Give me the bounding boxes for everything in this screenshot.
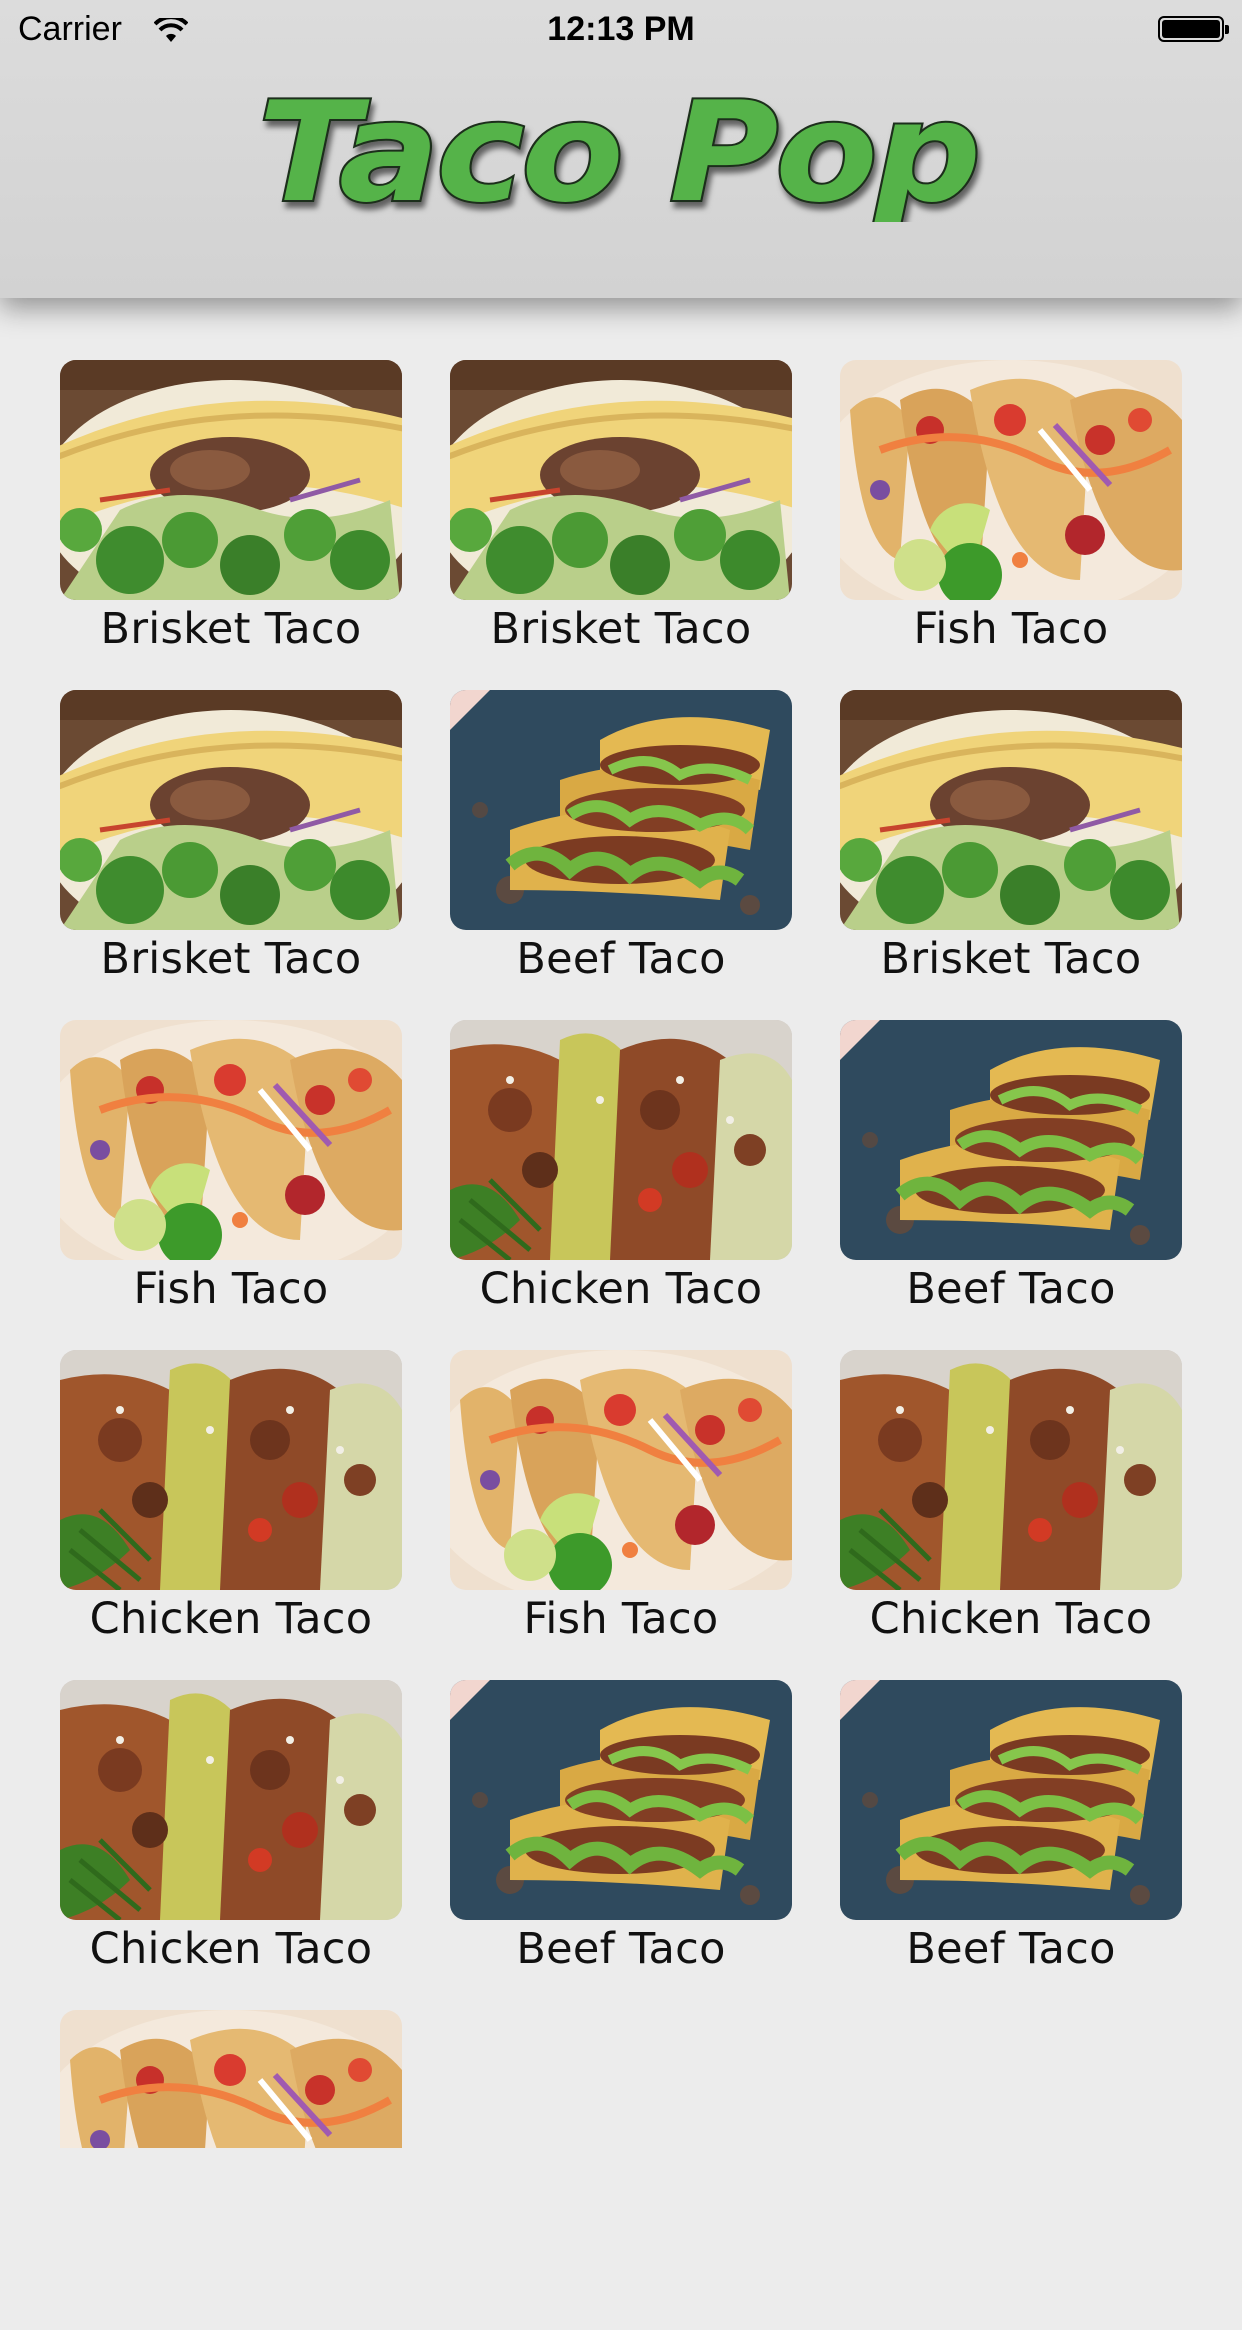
- menu-item-card[interactable]: Fish Taco: [450, 1350, 792, 1670]
- menu-item-label: Fish Taco: [523, 1594, 719, 1644]
- menu-item-label: Fish Taco: [913, 604, 1109, 654]
- menu-item-label: Chicken Taco: [869, 1594, 1153, 1644]
- menu-item-label: Brisket Taco: [100, 604, 362, 654]
- status-time: 12:13 PM: [547, 10, 695, 48]
- menu-item-card[interactable]: Brisket Taco: [60, 690, 402, 1010]
- brisket-taco-photo[interactable]: [60, 360, 402, 600]
- menu-item-card[interactable]: Fish Taco: [60, 1020, 402, 1340]
- menu-item-card[interactable]: Chicken Taco: [840, 1350, 1182, 1670]
- menu-item-label: Chicken Taco: [89, 1924, 373, 1974]
- brisket-taco-photo[interactable]: [840, 690, 1182, 930]
- beef-taco-photo[interactable]: [840, 1680, 1182, 1920]
- menu-item-label: Brisket Taco: [490, 604, 752, 654]
- fish-taco-photo[interactable]: [840, 360, 1182, 600]
- menu-item-card[interactable]: Beef Taco: [840, 1020, 1182, 1340]
- menu-item-card[interactable]: Brisket Taco: [450, 360, 792, 680]
- menu-item-label: Beef Taco: [906, 1924, 1116, 1974]
- beef-taco-photo[interactable]: [450, 1680, 792, 1920]
- menu-item-card[interactable]: Chicken Taco: [60, 1680, 402, 2000]
- menu-item-card[interactable]: Brisket Taco: [60, 360, 402, 680]
- app-header: Carrier 12:13 PM Taco Pop: [0, 0, 1242, 298]
- fish-taco-photo[interactable]: [450, 1350, 792, 1590]
- chicken-taco-photo[interactable]: [60, 1350, 402, 1590]
- menu-item-label: Brisket Taco: [880, 934, 1142, 984]
- taco-pop-logo: Taco Pop: [250, 62, 995, 235]
- menu-item-card[interactable]: Beef Taco: [450, 690, 792, 1010]
- logo-text: Taco Pop: [258, 72, 978, 222]
- menu-item-label: Beef Taco: [906, 1264, 1116, 1314]
- beef-taco-photo[interactable]: [840, 1020, 1182, 1260]
- fish-taco-photo[interactable]: [60, 2010, 402, 2148]
- menu-item-card[interactable]: [60, 2010, 402, 2330]
- menu-item-label: Brisket Taco: [100, 934, 362, 984]
- menu-item-label: Fish Taco: [133, 1264, 329, 1314]
- menu-item-card[interactable]: Chicken Taco: [450, 1020, 792, 1340]
- fish-taco-photo[interactable]: [60, 1020, 402, 1260]
- beef-taco-photo[interactable]: [450, 690, 792, 930]
- brisket-taco-photo[interactable]: [60, 690, 402, 930]
- menu-item-label: Beef Taco: [516, 1924, 726, 1974]
- menu-item-label: Beef Taco: [516, 934, 726, 984]
- chicken-taco-photo[interactable]: [840, 1350, 1182, 1590]
- menu-item-card[interactable]: Chicken Taco: [60, 1350, 402, 1670]
- chicken-taco-photo[interactable]: [60, 1680, 402, 1920]
- status-bar: Carrier 12:13 PM: [0, 0, 1242, 60]
- menu-item-card[interactable]: Beef Taco: [450, 1680, 792, 2000]
- menu-item-label: Chicken Taco: [479, 1264, 763, 1314]
- menu-item-card[interactable]: Fish Taco: [840, 360, 1182, 680]
- menu-item-label: Chicken Taco: [89, 1594, 373, 1644]
- menu-item-card[interactable]: Brisket Taco: [840, 690, 1182, 1010]
- battery-icon: [1158, 16, 1229, 42]
- menu-item-card[interactable]: Beef Taco: [840, 1680, 1182, 2000]
- brisket-taco-photo[interactable]: [450, 360, 792, 600]
- taco-menu-grid: Brisket Taco Brisket Taco Fish Taco Brisket…: [60, 360, 1182, 2330]
- chicken-taco-photo[interactable]: [450, 1020, 792, 1260]
